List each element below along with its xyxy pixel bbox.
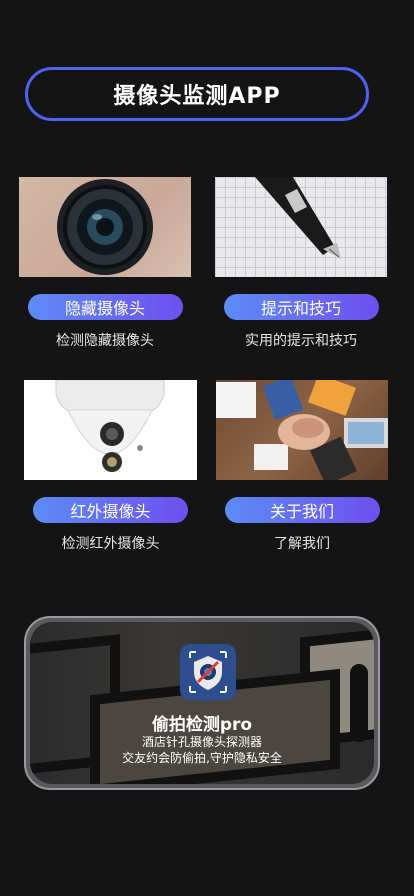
card-infrared-camera[interactable]: 红外摄像头 检测红外摄像头 xyxy=(24,380,197,553)
infrared-camera-button[interactable]: 红外摄像头 xyxy=(33,497,188,523)
page-title-text: 摄像头监测APP xyxy=(113,84,281,109)
card-hidden-camera[interactable]: 隐藏摄像头 检测隐藏摄像头 xyxy=(19,177,191,350)
dome-camera-image xyxy=(24,380,197,480)
tips-button-label: 提示和技巧 xyxy=(260,299,341,318)
promo-desc-line2: 交友约会防偷拍,守护隐私安全 xyxy=(122,751,282,765)
pen-image xyxy=(215,177,387,277)
infrared-camera-button-label: 红外摄像头 xyxy=(70,502,151,521)
shield-camera-icon xyxy=(180,644,236,700)
promo-description: 酒店针孔摄像头探测器 交友约会防偷拍,守护隐私安全 xyxy=(30,734,374,766)
promo-phone-banner[interactable]: 偷拍检测pro 酒店针孔摄像头探测器 交友约会防偷拍,守护隐私安全 xyxy=(24,616,380,790)
hidden-camera-desc: 检测隐藏摄像头 xyxy=(56,333,154,349)
promo-screen: 偷拍检测pro 酒店针孔摄像头探测器 交友约会防偷拍,守护隐私安全 xyxy=(30,622,374,784)
promo-app-name: 偷拍检测pro xyxy=(151,715,253,735)
about-us-button-label: 关于我们 xyxy=(269,502,334,521)
about-us-desc: 了解我们 xyxy=(274,536,330,552)
page-title: 摄像头监测APP xyxy=(25,67,369,121)
card-tips[interactable]: 提示和技巧 实用的提示和技巧 xyxy=(215,177,387,350)
team-hands-image xyxy=(216,380,388,480)
lens-image xyxy=(19,177,191,277)
infrared-camera-desc: 检测红外摄像头 xyxy=(61,536,160,552)
promo-desc-line1: 酒店针孔摄像头探测器 xyxy=(141,735,262,749)
about-us-button[interactable]: 关于我们 xyxy=(224,497,380,523)
tips-button[interactable]: 提示和技巧 xyxy=(223,294,379,320)
card-about-us[interactable]: 关于我们 了解我们 xyxy=(216,380,388,553)
hidden-camera-button[interactable]: 隐藏摄像头 xyxy=(27,294,183,320)
tips-desc: 实用的提示和技巧 xyxy=(245,333,357,349)
hidden-camera-button-label: 隐藏摄像头 xyxy=(64,299,145,318)
